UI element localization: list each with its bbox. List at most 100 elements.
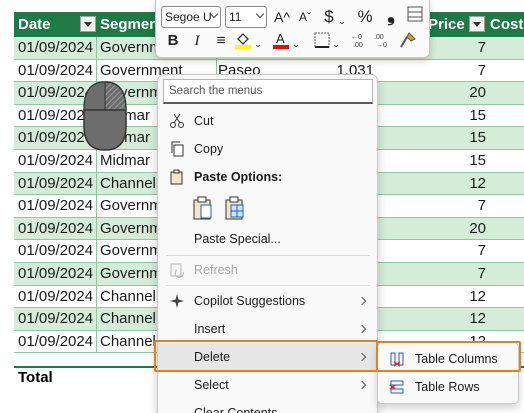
comma-icon: ❟ (387, 4, 395, 26)
borders-button[interactable] (313, 31, 331, 49)
menu-item-clear-contents[interactable]: Clear Contents (158, 399, 377, 413)
font-name-select[interactable]: Segoe U (161, 6, 221, 28)
bold-icon: B (167, 32, 179, 49)
svg-text:←0: ←0 (351, 34, 362, 41)
font-color-button[interactable]: A (272, 31, 290, 49)
cell-cost: 12 (469, 287, 486, 305)
borders-icon (314, 32, 330, 48)
svg-text:→0: →0 (376, 42, 387, 49)
align-button[interactable]: ≡ (212, 32, 230, 50)
cell-cost: 20 (469, 219, 486, 237)
chevron-down-icon[interactable]: ⌄ (291, 35, 301, 53)
menu-item-copy[interactable]: Copy (158, 135, 377, 163)
cell-segment: Channel (100, 332, 156, 350)
filter-dropdown-icon[interactable] (80, 16, 96, 32)
cell-cost: 7 (477, 39, 486, 56)
cell-cost: 7 (477, 242, 486, 260)
menu-item-copilot-suggestions[interactable]: Copilot Suggestions (158, 287, 377, 315)
increase-decimal-button[interactable]: ←0.00 (350, 31, 368, 49)
cell-date: 01/09/2024 (18, 264, 94, 282)
font-size-value: 11 (229, 10, 242, 24)
submenu-item-table-rows[interactable]: Table Rows (378, 373, 518, 401)
shrink-font-button[interactable]: Aˇ (296, 8, 314, 26)
bold-button[interactable]: B (164, 32, 182, 50)
menu-item-paste-special[interactable]: Paste Special... (158, 225, 377, 253)
cell-segment: Midmar (100, 151, 151, 169)
copy-icon (171, 141, 184, 157)
chevron-down-icon[interactable]: ⌄ (337, 12, 347, 30)
cell-cost: 15 (469, 151, 486, 169)
menu-item-cut[interactable]: Cut (158, 107, 377, 135)
cell-cost: 15 (469, 106, 486, 124)
filter-dropdown-icon[interactable] (469, 16, 485, 32)
menu-divider (166, 285, 370, 286)
menu-item-label: Insert (194, 322, 226, 336)
fill-bucket-icon (235, 33, 251, 49)
font-color-icon: A (273, 31, 289, 49)
comma-style-button[interactable]: ❟ (382, 4, 400, 26)
chevron-down-icon[interactable]: ⌄ (331, 35, 341, 53)
delete-row-icon (389, 380, 404, 394)
chevron-down-icon[interactable]: ⌄ (253, 35, 263, 53)
cell-segment: Governm (100, 242, 162, 260)
menu-item-label: Copilot Suggestions (194, 294, 306, 308)
currency-icon: $ (324, 7, 334, 26)
cell-date: 01/09/2024 (18, 197, 94, 215)
cell-segment: Channel (100, 310, 156, 328)
paste-button[interactable] (192, 195, 214, 221)
header-segment-label: Segmen (100, 16, 159, 33)
menu-item-label: Paste Special... (194, 232, 281, 246)
chevron-down-icon (255, 9, 265, 19)
cell-segment: Governm (100, 264, 162, 282)
header-cost[interactable]: Cost (486, 12, 524, 37)
menu-item-label: Refresh (194, 263, 238, 277)
decrease-decimal-button[interactable]: .00 →0 (373, 31, 391, 49)
cell-segment: Governm (100, 197, 162, 215)
menu-item-select[interactable]: Select (158, 371, 377, 399)
grow-font-button[interactable]: A^ (273, 8, 291, 26)
cell-date: 01/09/2024 (18, 219, 94, 237)
menu-item-label: Clear Contents (194, 406, 278, 413)
menu-item-refresh: Refresh (158, 256, 377, 284)
chevron-right-icon (357, 324, 367, 334)
paste-icon (193, 196, 212, 220)
cell-date: 01/09/2024 (18, 287, 94, 305)
cell-segment: Channel (100, 287, 156, 305)
fill-color-button[interactable] (234, 31, 252, 49)
header-date[interactable]: Date (14, 12, 96, 37)
menu-item-label: Paste Options: (194, 170, 283, 184)
font-name-value: Segoe U (165, 10, 212, 24)
grow-font-icon: A^ (274, 9, 290, 25)
cell-segment: Governm (100, 39, 162, 56)
header-cost-label: Cost (490, 16, 524, 33)
font-size-select[interactable]: 11 (225, 6, 267, 28)
cell-date: 01/09/2024 (18, 61, 94, 79)
cell-cost: 7 (477, 197, 486, 215)
sparkle-icon (170, 294, 184, 308)
cell-date: 01/09/2024 (18, 39, 94, 56)
mouse-right-click-icon (83, 81, 127, 151)
format-painter-icon (400, 32, 416, 48)
cell-date: 01/09/202 (18, 106, 85, 124)
menu-item-insert[interactable]: Insert (158, 315, 377, 343)
menu-search-input[interactable]: Search the menus (163, 79, 373, 104)
cell-date: 01/09/2024 (18, 332, 94, 350)
menu-item-label: Copy (194, 142, 224, 156)
italic-button[interactable]: I (188, 32, 206, 50)
cell-cost: 12 (469, 174, 486, 192)
svg-text:.00: .00 (374, 34, 384, 41)
total-label: Total (18, 369, 53, 386)
header-date-label: Date (18, 16, 51, 33)
align-icon: ≡ (216, 32, 226, 49)
submenu-item-label: Table Rows (415, 380, 480, 394)
decrease-decimal-icon: .00→0 (374, 34, 387, 49)
paste-values-button[interactable] (224, 195, 246, 221)
format-cells-button[interactable] (406, 6, 424, 24)
header-price[interactable]: Price (424, 12, 485, 37)
format-painter-button[interactable] (399, 31, 417, 49)
percent-style-button[interactable]: % (356, 8, 374, 26)
currency-format-button[interactable]: $ (320, 8, 338, 26)
menu-search-placeholder: Search the menus (169, 85, 263, 97)
svg-text:.00: .00 (353, 42, 363, 49)
paste-options-header: Paste Options: (158, 163, 377, 191)
